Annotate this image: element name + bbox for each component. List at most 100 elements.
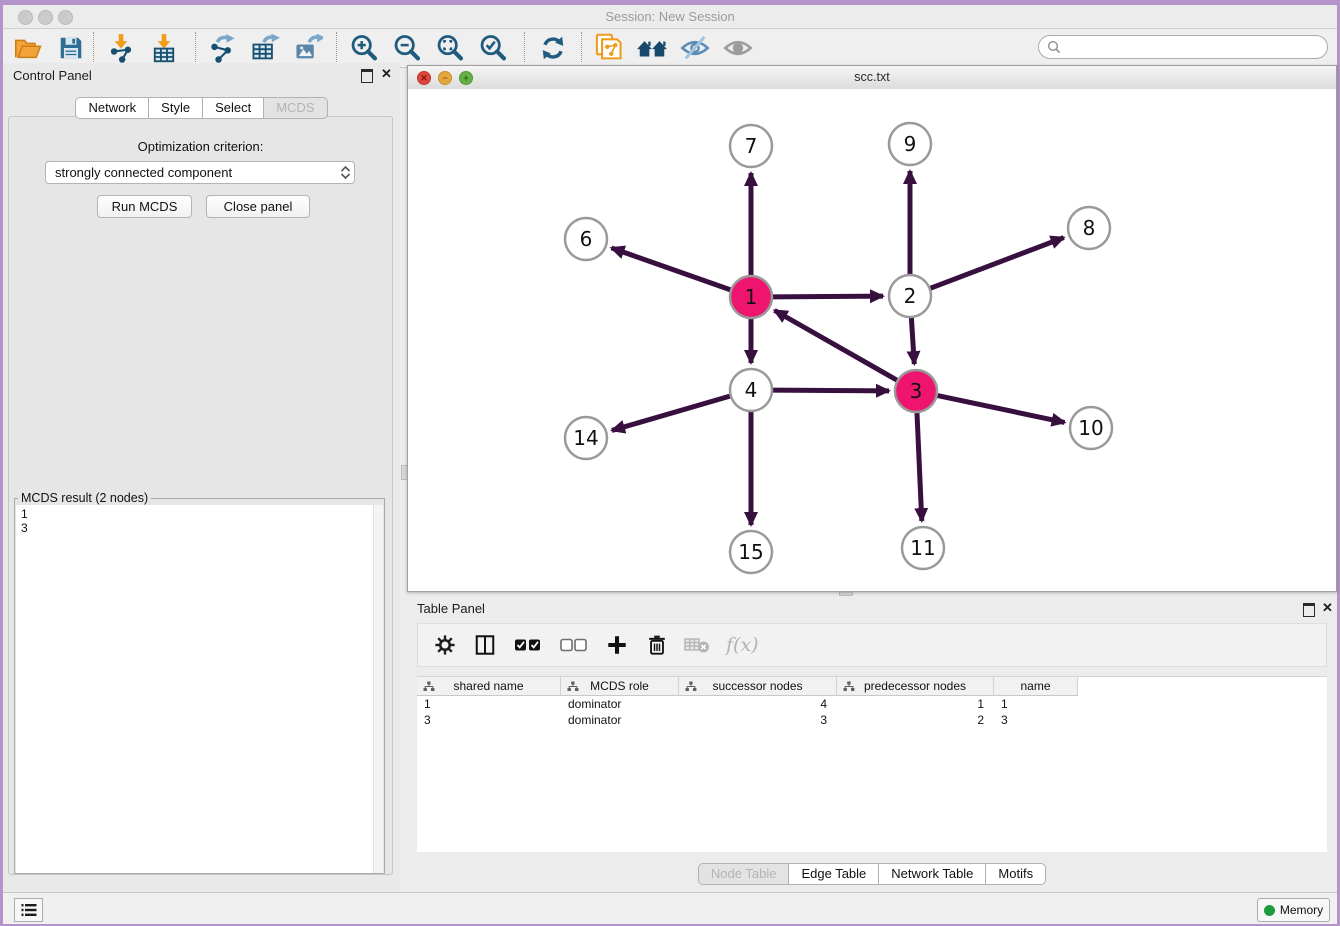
delete-column-icon[interactable] bbox=[644, 632, 670, 658]
export-image-icon[interactable] bbox=[291, 32, 325, 64]
graph-edge-3-10[interactable] bbox=[938, 396, 1065, 423]
run-mcds-button[interactable]: Run MCDS bbox=[97, 195, 192, 218]
mcds-result-title: MCDS result (2 nodes) bbox=[18, 491, 151, 505]
table-row[interactable]: 1dominator411 bbox=[417, 696, 1078, 712]
graph-node-label-7: 7 bbox=[745, 134, 758, 158]
graph-edge-1-2[interactable] bbox=[773, 296, 883, 297]
graph-node-label-14: 14 bbox=[573, 426, 598, 450]
column-header-predecessor-nodes[interactable]: predecessor nodes bbox=[837, 677, 994, 696]
import-table-icon[interactable] bbox=[147, 32, 181, 64]
graph-node-label-15: 15 bbox=[738, 540, 763, 564]
float-panel-icon[interactable] bbox=[1303, 603, 1315, 617]
close-panel-icon[interactable]: ✕ bbox=[1322, 601, 1333, 615]
control-panel-tabs: NetworkStyleSelectMCDS bbox=[3, 97, 400, 119]
add-column-icon[interactable] bbox=[604, 632, 630, 658]
table-cell[interactable]: dominator bbox=[561, 696, 679, 712]
show-all-icon[interactable] bbox=[721, 32, 755, 64]
first-neighbors-icon[interactable] bbox=[635, 32, 669, 64]
tab-motifs[interactable]: Motifs bbox=[986, 863, 1046, 885]
tab-network[interactable]: Network bbox=[75, 97, 149, 119]
zoom-selected-icon[interactable] bbox=[476, 32, 510, 64]
graph-node-label-6: 6 bbox=[580, 227, 593, 251]
control-panel-header: Control Panel ✕ bbox=[3, 63, 400, 87]
toolbar-separator bbox=[524, 32, 525, 62]
column-header-mcds-role[interactable]: MCDS role bbox=[561, 677, 679, 696]
import-network-icon[interactable] bbox=[104, 32, 138, 64]
table-cell[interactable]: 3 bbox=[994, 712, 1078, 728]
zoom-out-icon[interactable] bbox=[390, 32, 424, 64]
graph-edge-3-1[interactable] bbox=[774, 310, 896, 380]
select-all-icon[interactable] bbox=[512, 632, 544, 658]
tab-style[interactable]: Style bbox=[149, 97, 203, 119]
mcds-result-textarea[interactable]: 1 3 bbox=[16, 505, 374, 873]
function-builder-icon[interactable]: f(x) bbox=[726, 634, 759, 656]
graph-node-label-10: 10 bbox=[1078, 416, 1103, 440]
tab-mcds[interactable]: MCDS bbox=[264, 97, 327, 119]
tree-icon bbox=[843, 681, 855, 692]
export-table-icon[interactable] bbox=[248, 32, 282, 64]
table-cell[interactable]: 1 bbox=[837, 696, 994, 712]
table-cell[interactable]: 2 bbox=[837, 712, 994, 728]
zoom-in-icon[interactable] bbox=[347, 32, 381, 64]
export-network-icon[interactable] bbox=[205, 32, 239, 64]
graph-edge-2-3[interactable] bbox=[911, 318, 914, 364]
graph-edge-4-14[interactable] bbox=[612, 396, 730, 430]
network-view-window: ✕ − + scc.txt 7968124314101511 bbox=[407, 65, 1337, 592]
network-graph-canvas[interactable]: 7968124314101511 bbox=[408, 89, 1336, 591]
table-cell[interactable]: 3 bbox=[417, 712, 561, 728]
column-header-shared-name[interactable]: shared name bbox=[417, 677, 561, 696]
new-network-from-selection-icon[interactable] bbox=[592, 32, 626, 64]
tab-network-table[interactable]: Network Table bbox=[879, 863, 986, 885]
table-cell[interactable]: dominator bbox=[561, 712, 679, 728]
table-header-row: shared nameMCDS rolesuccessor nodesprede… bbox=[417, 677, 1078, 696]
float-panel-icon[interactable] bbox=[361, 69, 373, 83]
tab-edge-table[interactable]: Edge Table bbox=[789, 863, 879, 885]
memory-status-icon bbox=[1264, 905, 1275, 916]
open-session-icon[interactable] bbox=[11, 32, 45, 64]
toolbar-separator bbox=[195, 32, 196, 62]
table-cell[interactable]: 4 bbox=[679, 696, 837, 712]
table-panel-title: Table Panel bbox=[417, 601, 485, 616]
graph-node-label-4: 4 bbox=[745, 378, 758, 402]
search-icon bbox=[1047, 40, 1061, 54]
graph-node-label-3: 3 bbox=[910, 379, 923, 403]
network-window-title: scc.txt bbox=[408, 70, 1336, 84]
graph-edge-4-3[interactable] bbox=[773, 390, 889, 391]
attributes-gear-icon[interactable] bbox=[432, 632, 458, 658]
graph-edge-3-11[interactable] bbox=[917, 413, 922, 521]
table-row[interactable]: 3dominator323 bbox=[417, 712, 1078, 728]
column-header-name[interactable]: name bbox=[994, 677, 1078, 696]
refresh-layout-icon[interactable] bbox=[536, 32, 570, 64]
task-history-button[interactable] bbox=[14, 898, 43, 922]
table-cell[interactable]: 3 bbox=[679, 712, 837, 728]
table-cell[interactable]: 1 bbox=[417, 696, 561, 712]
tab-select[interactable]: Select bbox=[203, 97, 264, 119]
deselect-all-icon[interactable] bbox=[558, 632, 590, 658]
graph-edge-1-6[interactable] bbox=[611, 248, 730, 290]
save-session-icon[interactable] bbox=[54, 32, 88, 64]
search-box[interactable] bbox=[1038, 35, 1328, 59]
search-input[interactable] bbox=[1066, 39, 1327, 55]
zoom-fit-icon[interactable] bbox=[433, 32, 467, 64]
tree-icon bbox=[685, 681, 697, 692]
hide-selected-icon[interactable] bbox=[678, 32, 712, 64]
toolbar-separator bbox=[581, 32, 582, 62]
status-bar: Memory bbox=[3, 892, 1337, 924]
graph-edge-2-8[interactable] bbox=[931, 238, 1064, 289]
memory-button[interactable]: Memory bbox=[1257, 898, 1330, 922]
tab-node-table[interactable]: Node Table bbox=[698, 863, 790, 885]
table-cell[interactable]: 1 bbox=[994, 696, 1078, 712]
close-panel-button[interactable]: Close panel bbox=[206, 195, 310, 218]
control-panel-title: Control Panel bbox=[13, 68, 92, 83]
memory-label: Memory bbox=[1280, 903, 1323, 917]
result-scrollbar[interactable] bbox=[373, 505, 383, 873]
list-icon bbox=[21, 903, 37, 917]
table-tabs: Node TableEdge TableNetwork TableMotifs bbox=[407, 863, 1337, 885]
graph-node-label-1: 1 bbox=[745, 285, 758, 309]
criterion-dropdown[interactable]: strongly connected component bbox=[45, 161, 355, 184]
delete-table-icon[interactable] bbox=[684, 632, 710, 658]
close-panel-icon[interactable]: ✕ bbox=[381, 67, 392, 81]
column-header-successor-nodes[interactable]: successor nodes bbox=[679, 677, 837, 696]
graph-node-label-8: 8 bbox=[1083, 216, 1096, 240]
split-panel-icon[interactable] bbox=[472, 632, 498, 658]
